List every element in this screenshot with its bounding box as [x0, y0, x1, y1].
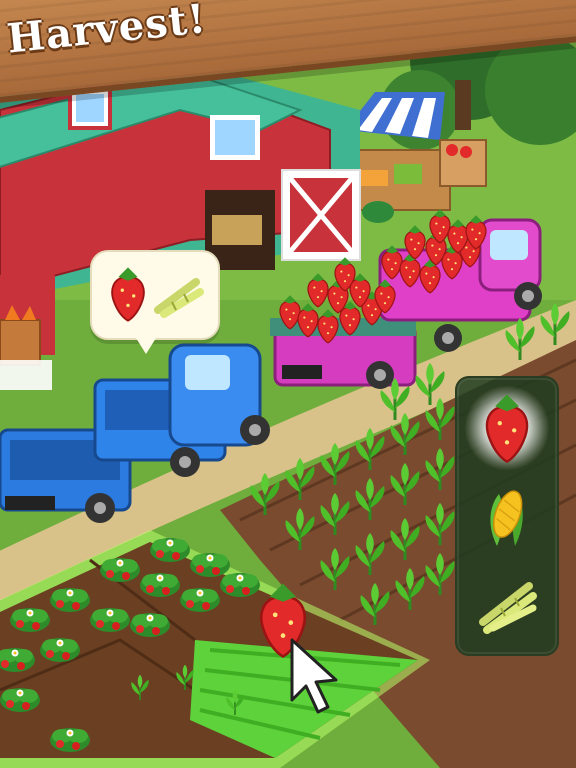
crop-option-sugarcane[interactable]	[463, 562, 551, 646]
crop-option-corn[interactable]	[463, 474, 551, 558]
crop-selector-panel	[455, 376, 559, 656]
corn-icon	[490, 490, 523, 546]
barn-door	[281, 169, 361, 261]
crop-option-strawberry[interactable]	[463, 386, 551, 470]
sugarcane-icon	[154, 278, 204, 318]
order-bubble	[90, 250, 220, 354]
order-items	[111, 266, 204, 322]
strawberry-icon	[485, 393, 529, 463]
sugarcane-icon	[479, 582, 537, 634]
strawberry-icon	[111, 266, 145, 322]
